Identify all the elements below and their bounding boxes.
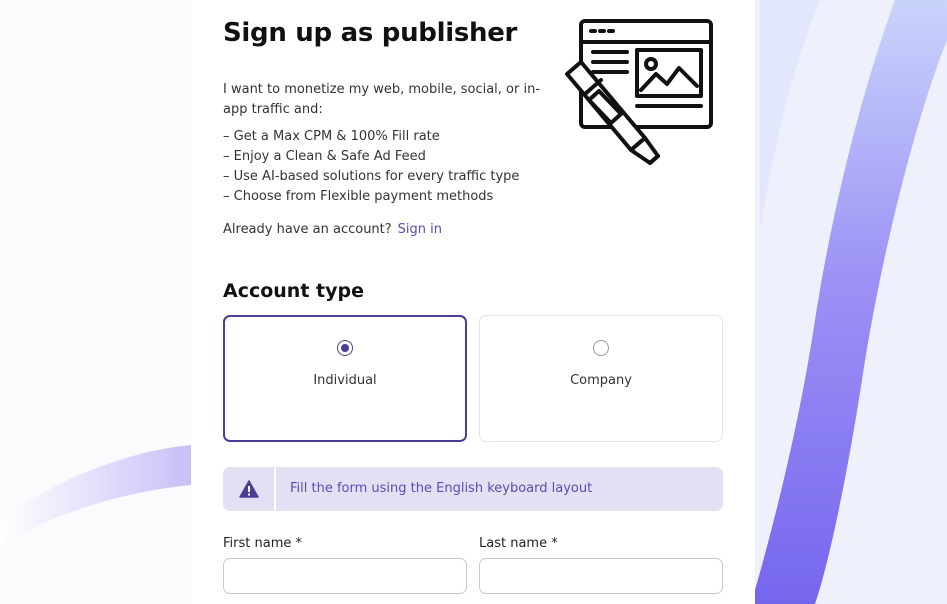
keyboard-layout-notice: Fill the form using the English keyboard… <box>223 467 723 511</box>
benefits-list: – Get a Max CPM & 100% Fill rate – Enjoy… <box>223 127 519 207</box>
web-design-pen-icon <box>563 16 723 174</box>
company-radio[interactable] <box>593 340 609 356</box>
sign-in-link[interactable]: Sign in <box>398 222 442 237</box>
signup-card: Sign up as publisher I want to monetize … <box>191 0 755 604</box>
company-label: Company <box>570 373 632 388</box>
page-title: Sign up as publisher <box>223 18 518 48</box>
first-name-label: First name * <box>223 536 302 551</box>
notice-text: Fill the form using the English keyboard… <box>290 481 593 496</box>
radio-selected-dot <box>341 344 349 352</box>
warning-icon <box>239 480 259 498</box>
benefit-item: – Choose from Flexible payment methods <box>223 189 494 204</box>
last-name-input[interactable] <box>479 558 723 594</box>
first-name-input[interactable] <box>223 558 467 594</box>
individual-label: Individual <box>313 373 377 388</box>
individual-radio[interactable] <box>337 340 353 356</box>
already-account-text: Already have an account? <box>223 222 392 237</box>
notice-icon-cell <box>223 467 276 511</box>
account-type-title: Account type <box>223 280 364 302</box>
account-type-individual[interactable]: Individual <box>223 315 467 442</box>
benefit-item: – Use AI-based solutions for every traff… <box>223 169 520 184</box>
account-type-company[interactable]: Company <box>479 315 723 442</box>
benefit-item: – Get a Max CPM & 100% Fill rate <box>223 129 440 144</box>
last-name-label: Last name * <box>479 536 558 551</box>
benefit-item: – Enjoy a Clean & Safe Ad Feed <box>223 149 426 164</box>
intro-text: I want to monetize my web, mobile, socia… <box>223 82 541 117</box>
already-account-row: Already have an account? Sign in <box>223 222 442 237</box>
